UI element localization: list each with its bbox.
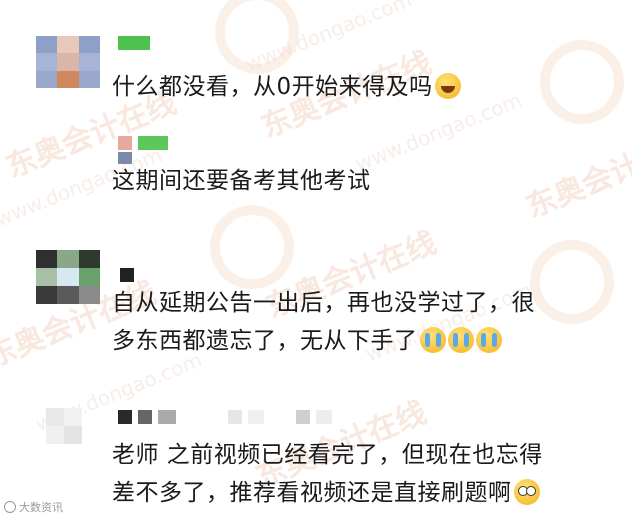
source-label: 大数资讯 bbox=[19, 501, 63, 514]
comment-text-line: 多东西都遗忘了，无从下手了 bbox=[112, 328, 418, 354]
watermark-logo bbox=[540, 40, 624, 124]
watermark-logo bbox=[210, 205, 294, 289]
comment-text: 自从延期公告一出后，再也没学过了，很 多东西都遗忘了，无从下手了 bbox=[112, 284, 535, 360]
username bbox=[118, 136, 168, 150]
avatar bbox=[36, 250, 100, 304]
comment-text-line: 什么都没看，从0开始来得及吗 bbox=[112, 74, 433, 100]
comment-text-line: 老师 之前视频已经看完了，但现在也忘得 bbox=[112, 442, 543, 468]
comment-text-line: 差不多了，推荐看视频还是直接刷题啊 bbox=[112, 480, 512, 506]
flushed-emoji-icon bbox=[513, 479, 540, 505]
laughing-emoji-icon bbox=[434, 73, 461, 99]
watermark-brand: 东奥会计在线 bbox=[521, 125, 632, 226]
comment-text-line: 自从延期公告一出后，再也没学过了，很 bbox=[112, 290, 535, 316]
crying-emoji-icon bbox=[475, 327, 502, 353]
source-watermark: 大数资讯 bbox=[4, 499, 63, 515]
crying-emoji-icon bbox=[419, 327, 446, 353]
crying-emoji-icon bbox=[447, 327, 474, 353]
source-logo-icon bbox=[4, 501, 16, 513]
avatar bbox=[46, 408, 82, 444]
username bbox=[120, 268, 134, 282]
watermark-logo bbox=[215, 0, 299, 74]
avatar bbox=[36, 36, 100, 88]
comment-text: 这期间还要备考其他考试 bbox=[112, 162, 371, 200]
username bbox=[118, 36, 150, 50]
comment-text: 什么都没看，从0开始来得及吗 bbox=[112, 68, 461, 106]
comment-text: 老师 之前视频已经看完了，但现在也忘得 差不多了，推荐看视频还是直接刷题啊 bbox=[112, 436, 543, 512]
comment-text-line: 这期间还要备考其他考试 bbox=[112, 168, 371, 194]
username bbox=[118, 410, 332, 424]
watermark-logo bbox=[530, 240, 614, 324]
